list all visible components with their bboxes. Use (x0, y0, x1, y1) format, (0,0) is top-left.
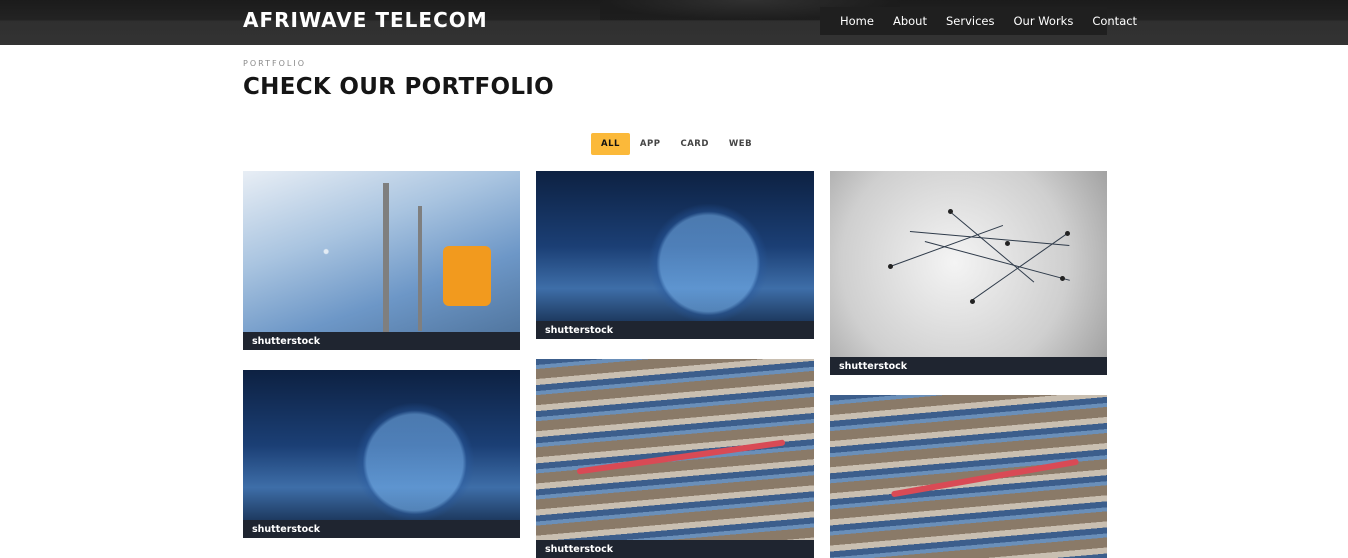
main-nav: Home About Services Our Works Contact (820, 7, 1137, 35)
digital-globe-image (536, 171, 814, 339)
string-network-image (830, 171, 1107, 375)
nav-our-works[interactable]: Our Works (1013, 14, 1073, 28)
digital-globe-image (243, 370, 520, 538)
telecom-tower-image (243, 171, 520, 350)
shutterstock-logo: shutterstock (252, 336, 321, 347)
shutterstock-logo: shutterstock (545, 544, 614, 555)
portfolio-item-tower[interactable]: shutterstock (243, 171, 520, 350)
nav-contact[interactable]: Contact (1092, 14, 1137, 28)
nav-home[interactable]: Home (840, 14, 874, 28)
site-header: AFRIWAVE TELECOM Home About Services Our… (0, 0, 1348, 45)
filter-card[interactable]: CARD (670, 133, 718, 155)
brand-logo[interactable]: AFRIWAVE TELECOM (243, 8, 488, 32)
nav-services[interactable]: Services (946, 14, 995, 28)
portfolio-item-globe-2[interactable]: shutterstock (243, 370, 520, 538)
portfolio-item-globe-1[interactable]: shutterstock (536, 171, 814, 339)
filter-web[interactable]: WEB (719, 133, 762, 155)
server-cables-image (536, 359, 814, 558)
page-title: CHECK OUR PORTFOLIO (243, 74, 555, 100)
watermark-bar: shutterstock (830, 357, 1107, 375)
portfolio-item-cables-2[interactable] (830, 395, 1107, 558)
shutterstock-logo: shutterstock (545, 325, 614, 336)
server-cables-image (830, 395, 1107, 558)
shutterstock-logo: shutterstock (839, 361, 908, 372)
shutterstock-logo: shutterstock (252, 524, 321, 535)
watermark-bar: shutterstock (536, 540, 814, 558)
nav-about[interactable]: About (893, 14, 927, 28)
filter-app[interactable]: APP (630, 133, 671, 155)
portfolio-filters: ALL APP CARD WEB (591, 133, 762, 155)
section-kicker: PORTFOLIO (243, 59, 306, 68)
watermark-bar: shutterstock (536, 321, 814, 339)
portfolio-item-network[interactable]: shutterstock (830, 171, 1107, 375)
portfolio-item-cables-1[interactable]: shutterstock (536, 359, 814, 558)
watermark-bar: shutterstock (243, 332, 520, 350)
watermark-bar: shutterstock (243, 520, 520, 538)
filter-all[interactable]: ALL (591, 133, 630, 155)
